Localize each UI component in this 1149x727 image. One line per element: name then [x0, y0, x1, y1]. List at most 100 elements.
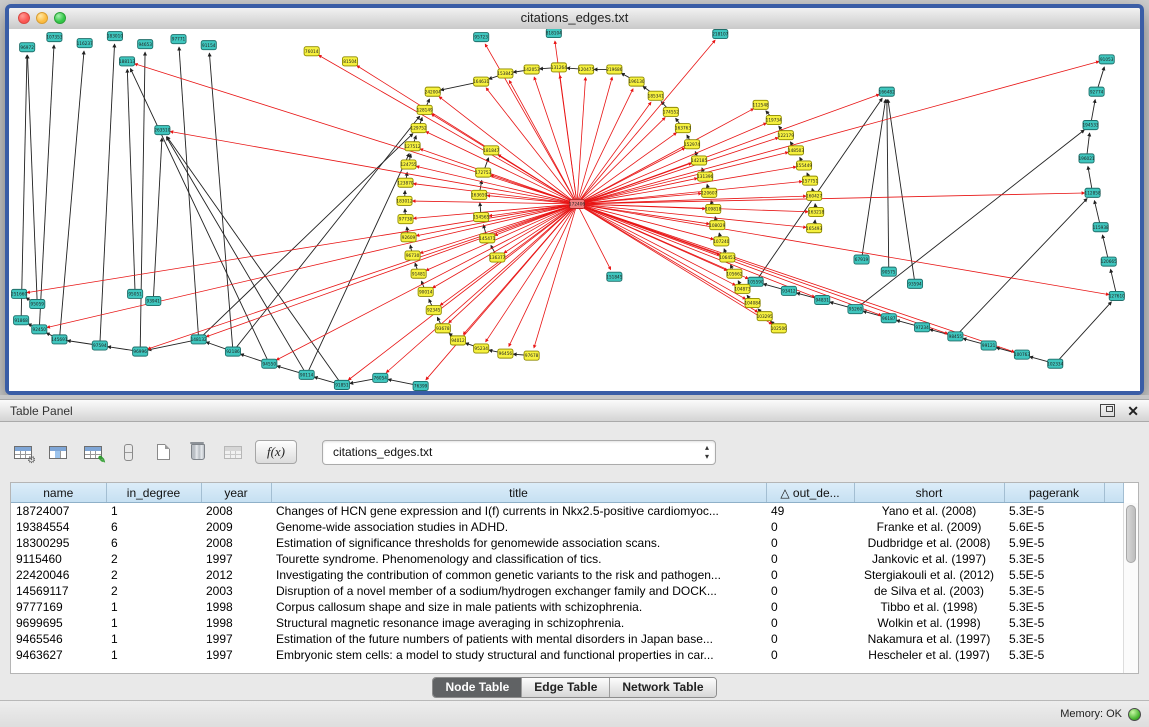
import-table-button[interactable] [220, 439, 246, 465]
graph-node[interactable]: 100763 [1014, 350, 1030, 359]
graph-edge[interactable] [440, 204, 577, 305]
graph-node[interactable]: 172406 [569, 199, 585, 208]
graph-edge[interactable] [357, 66, 577, 204]
graph-node[interactable]: 94831 [815, 295, 830, 304]
graph-node[interactable]: 172753 [475, 168, 491, 177]
graph-node[interactable]: 107353 [46, 33, 62, 42]
graph-node[interactable]: 97234 [915, 323, 930, 332]
graph-node[interactable]: 124755 [400, 160, 416, 169]
graph-edge[interactable] [148, 204, 577, 349]
graph-node[interactable]: 81504 [342, 57, 357, 66]
table-row[interactable]: 977716911998Corpus callosum shape and si… [11, 599, 1124, 615]
graph-node[interactable]: 94550 [262, 359, 277, 368]
graph-edge[interactable] [47, 204, 577, 328]
create-column-button[interactable]: ✎ [80, 439, 106, 465]
graph-node[interactable]: 165493 [806, 224, 822, 233]
scrollbar-thumb[interactable] [1126, 505, 1136, 563]
graph-edge[interactable] [577, 193, 1084, 204]
graph-edge[interactable] [206, 204, 577, 337]
graph-edge[interactable] [887, 100, 889, 272]
column-header-short[interactable]: short [854, 483, 1004, 503]
graph-node[interactable]: 112858 [1085, 188, 1101, 197]
table-row[interactable]: 1938455462009Genome-wide association stu… [11, 519, 1124, 535]
graph-node[interactable]: 148132 [191, 335, 207, 344]
graph-node[interactable]: 115938 [1093, 223, 1109, 232]
graph-node[interactable]: 122179 [778, 131, 794, 140]
graph-node[interactable]: 185341 [648, 91, 664, 100]
graph-node[interactable]: 95051 [128, 289, 143, 298]
graph-node[interactable]: 218107 [712, 30, 728, 39]
graph-node[interactable]: 157751 [802, 176, 818, 185]
vertical-scrollbar[interactable] [1123, 503, 1138, 673]
graph-node[interactable]: 131264 [551, 63, 567, 72]
graph-node[interactable]: 93412 [781, 286, 796, 295]
graph-edge[interactable] [577, 204, 772, 324]
graph-node[interactable]: 120607 [701, 188, 717, 197]
graph-edge[interactable] [319, 55, 577, 204]
graph-node[interactable]: 152974 [684, 140, 700, 149]
column-header-pagerank[interactable]: pagerank [1004, 483, 1104, 503]
graph-edge[interactable] [955, 199, 1087, 337]
graph-edge[interactable] [888, 100, 915, 284]
graph-edge[interactable] [577, 61, 1099, 203]
graph-node[interactable]: 155449 [796, 161, 812, 170]
graph-node[interactable]: 242004 [425, 87, 441, 96]
graph-node[interactable]: 92609 [401, 233, 416, 242]
graph-node[interactable]: 166482 [879, 87, 895, 96]
graph-node[interactable]: 151845 [606, 272, 622, 281]
graph-edge[interactable] [170, 132, 577, 204]
graph-edge[interactable] [21, 55, 27, 320]
graph-node[interactable]: 76014 [304, 47, 319, 56]
graph-edge[interactable] [509, 204, 577, 346]
graph-edge[interactable] [127, 69, 135, 293]
graph-node[interactable]: 112548 [753, 100, 769, 109]
graph-node[interactable]: 154565 [473, 213, 489, 222]
graph-node[interactable]: 67919 [854, 255, 869, 264]
graph-edge[interactable] [59, 51, 84, 339]
graph-edge[interactable] [577, 78, 586, 204]
table-mode-button[interactable] [115, 439, 141, 465]
graph-node[interactable]: 174552 [663, 107, 679, 116]
graph-node[interactable]: 104873 [734, 284, 750, 293]
graph-node[interactable]: 91481 [411, 269, 426, 278]
minimize-window-button[interactable] [36, 12, 48, 24]
graph-edge[interactable] [135, 64, 577, 204]
table-row[interactable]: 1830029562008Estimation of significance … [11, 535, 1124, 551]
graph-edge[interactable] [27, 55, 37, 304]
graph-edge[interactable] [855, 130, 1084, 309]
graph-node[interactable]: 128149 [417, 105, 433, 114]
graph-node[interactable]: 108029 [709, 221, 725, 230]
graph-node[interactable]: 196130 [628, 77, 644, 86]
graph-edge[interactable] [153, 138, 162, 301]
graph-node[interactable]: 92450 [32, 325, 47, 334]
graph-node[interactable]: 263510 [154, 126, 170, 135]
zoom-window-button[interactable] [54, 12, 66, 24]
graph-node[interactable]: 90114 [299, 370, 314, 379]
graph-node[interactable]: 96187 [881, 314, 896, 323]
close-panel-icon[interactable]: ✕ [1127, 404, 1139, 418]
graph-node[interactable]: 181847 [483, 146, 499, 155]
graph-node[interactable]: 104084 [744, 298, 760, 307]
graph-node[interactable]: 96730 [405, 251, 420, 260]
graph-node[interactable]: 96456 [498, 349, 513, 358]
graph-node[interactable]: 196021 [1078, 154, 1094, 163]
citation-network-graph[interactable]: 1724069697210735311623718301094653977719… [9, 29, 1140, 391]
graph-node[interactable]: 90014 [418, 287, 433, 296]
graph-edge[interactable] [1055, 302, 1111, 364]
graph-edge[interactable] [577, 123, 766, 204]
network-canvas[interactable]: 1724069697210735311623718301094653977719… [9, 29, 1140, 391]
graph-node[interactable]: 91851 [334, 380, 349, 389]
graph-node[interactable]: 194533 [1082, 121, 1098, 130]
graph-node[interactable]: 95234 [474, 344, 489, 353]
column-visibility-button[interactable] [45, 439, 71, 465]
new-document-button[interactable] [150, 439, 176, 465]
table-row[interactable]: 1456911722003Disruption of a novel membe… [11, 583, 1124, 599]
graph-node[interactable]: 131396 [697, 172, 713, 181]
graph-node[interactable]: 76399 [413, 381, 428, 390]
graph-node[interactable]: 123870 [397, 178, 413, 187]
graph-node[interactable]: 120475 [578, 65, 594, 74]
graph-node[interactable]: 95260 [848, 305, 863, 314]
column-header-out-de-[interactable]: △ out_de... [766, 483, 854, 503]
tab-network-table[interactable]: Network Table [609, 678, 715, 697]
graph-node[interactable]: 106451 [719, 253, 735, 262]
